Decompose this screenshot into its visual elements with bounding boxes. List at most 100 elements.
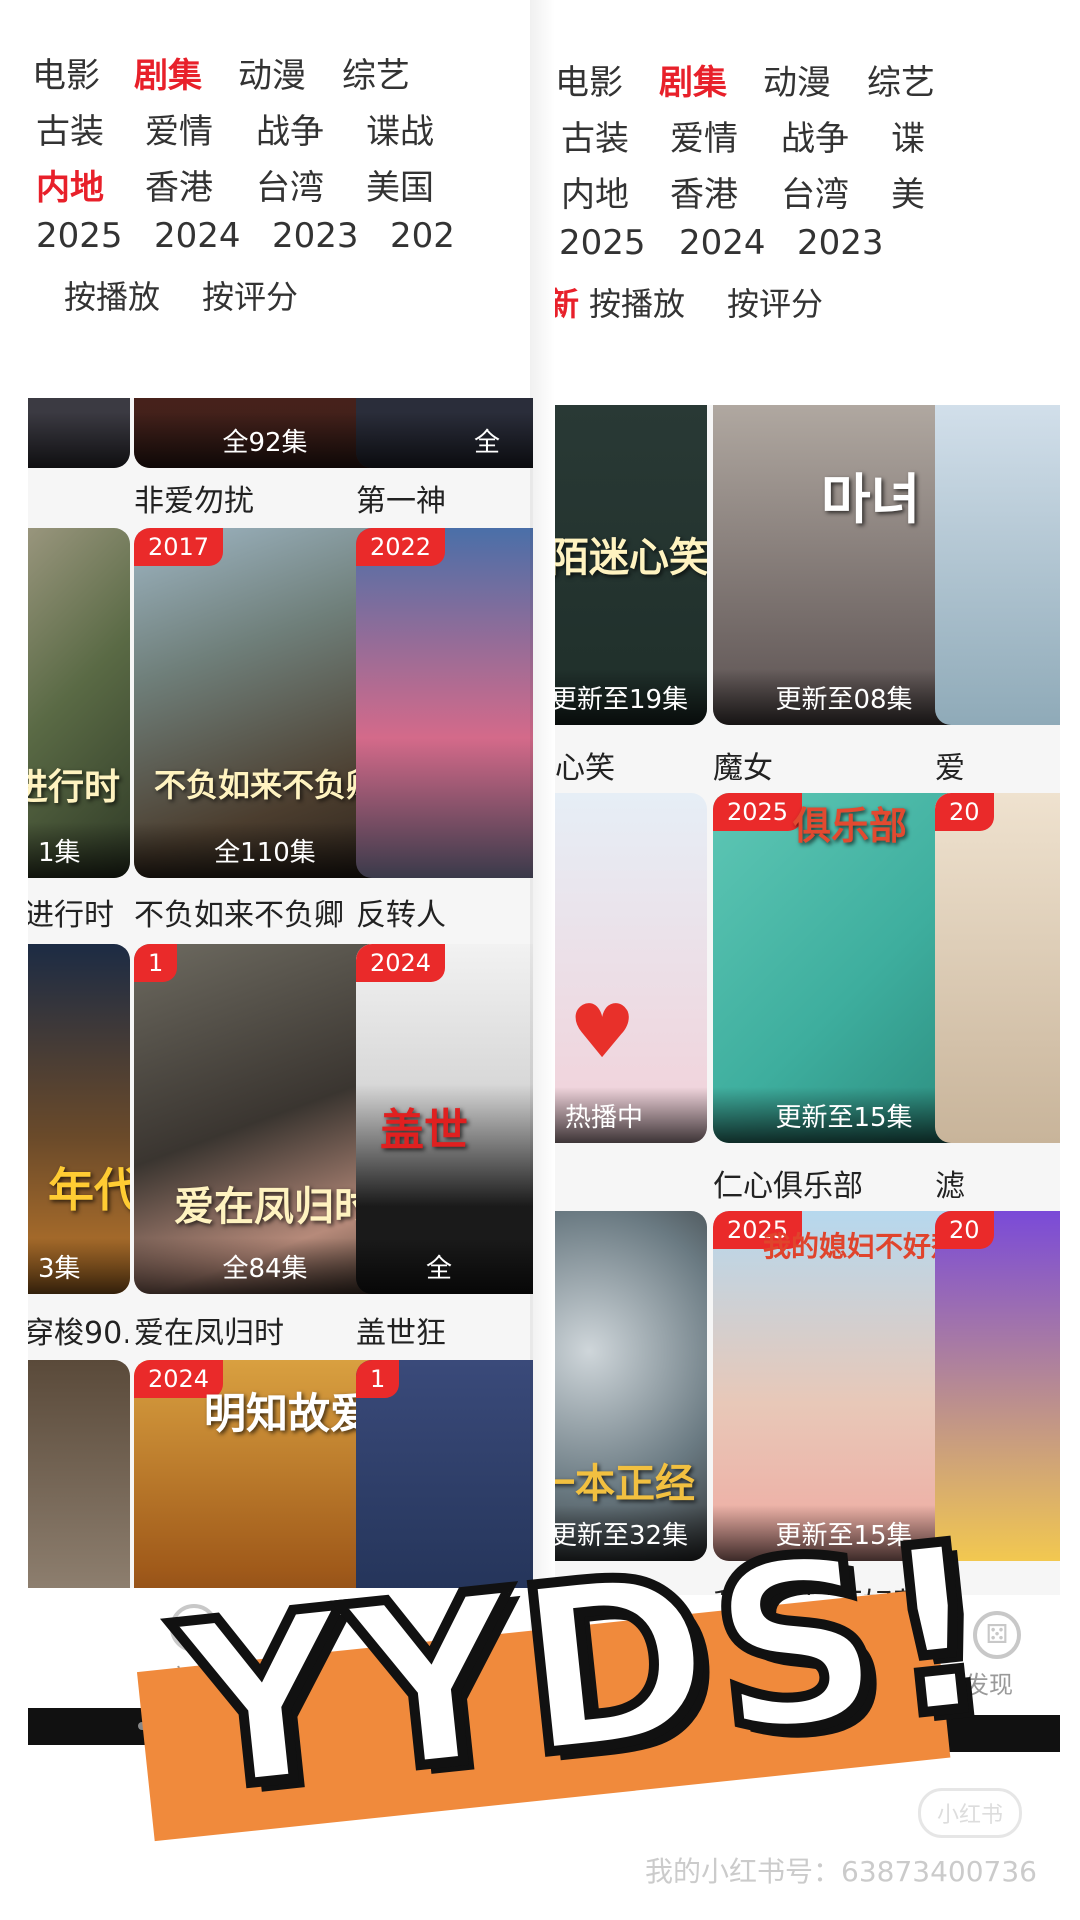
- year-badge: 1: [134, 944, 178, 982]
- poster-card[interactable]: ♥ 热播中: [555, 793, 707, 1143]
- genre-romance[interactable]: 爱情: [145, 104, 213, 153]
- right-screenshot: 电影 剧集 动漫 综艺 古装 爱情 战争 谍 内地 香港 台湾 美 2025 2…: [555, 7, 1060, 1752]
- year-filters: 2025 2024 2023: [555, 223, 1060, 273]
- year-filters: 2025 2024 2023 202: [28, 216, 533, 266]
- poster-card[interactable]: 2024 盖世 全: [356, 944, 533, 1294]
- poster-card[interactable]: [28, 1360, 130, 1588]
- poster-title-art: 盖世: [380, 1105, 468, 1156]
- left-screenshot: 电影 剧集 动漫 综艺 古装 爱情 战争 谍战 内地 香港 台湾 美国 2025…: [28, 0, 533, 1745]
- sort-options: 按播放 按评分: [28, 272, 533, 322]
- episode-count: 更新至19集: [555, 669, 707, 725]
- episode-count: 3集: [28, 1238, 130, 1294]
- poster-card[interactable]: 9集: [28, 398, 130, 468]
- episode-count: 9集: [28, 412, 130, 468]
- genre-spy[interactable]: 谍战: [366, 104, 434, 153]
- tab-variety[interactable]: 综艺: [867, 55, 935, 104]
- drama-title[interactable]: 滤: [935, 1161, 975, 1205]
- drama-title[interactable]: 爱: [935, 743, 975, 787]
- poster-card[interactable]: 年代 3集: [28, 944, 130, 1294]
- tab-movies[interactable]: 电影: [555, 55, 623, 104]
- region-taiwan[interactable]: 台湾: [781, 167, 849, 216]
- year-2025[interactable]: 2025: [36, 216, 123, 256]
- genre-filters: 古装 爱情 战争 谍战: [28, 104, 533, 154]
- drama-title[interactable]: 不负如来不负卿: [134, 890, 354, 934]
- year-2022[interactable]: 202: [390, 216, 455, 256]
- year-badge: 2024: [356, 944, 446, 982]
- poster-title-art: 마녀: [821, 467, 921, 531]
- region-filters: 内地 香港 台湾 美: [555, 167, 1060, 217]
- sort-by-plays[interactable]: 按播放: [64, 272, 160, 318]
- drama-title[interactable]: 第一神: [356, 476, 456, 520]
- poster-title-art: 不负如来不负卿: [154, 766, 379, 804]
- tab-movies[interactable]: 电影: [32, 48, 100, 97]
- poster-card[interactable]: 一本正经 更新至32集: [555, 1211, 707, 1561]
- poster-title-art: 明知故爱: [204, 1389, 373, 1438]
- year-badge: 1: [356, 1360, 400, 1398]
- region-mainland[interactable]: 内地: [561, 167, 629, 216]
- episode-count: 全: [356, 412, 533, 468]
- category-tabs: 电影 剧集 动漫 综艺: [555, 55, 1060, 105]
- sort-by-rating[interactable]: 按评分: [727, 279, 823, 325]
- tab-series[interactable]: 剧集: [659, 55, 727, 104]
- episode-count: 全: [356, 1238, 533, 1294]
- region-hongkong[interactable]: 香港: [145, 160, 213, 209]
- drama-title[interactable]: 进行时: [28, 890, 124, 934]
- year-2023[interactable]: 2023: [272, 216, 359, 256]
- drama-title[interactable]: 盖世狂: [356, 1308, 456, 1352]
- poster-card[interactable]: 20: [935, 793, 1060, 1143]
- poster-title-art: 陌迷心笑: [555, 534, 707, 581]
- tab-anime[interactable]: 动漫: [763, 55, 831, 104]
- genre-filters: 古装 爱情 战争 谍: [555, 111, 1060, 161]
- category-tabs: 电影 剧集 动漫 综艺: [28, 48, 533, 98]
- poster-card[interactable]: 陌迷心笑 更新至19集: [555, 405, 707, 725]
- poster-card[interactable]: 全: [356, 398, 533, 468]
- drama-title[interactable]: 仁心俱乐部: [713, 1161, 933, 1205]
- poster-title-art: 婚 进行时: [28, 766, 120, 808]
- panel-divider: [530, 0, 555, 1745]
- genre-costume[interactable]: 古装: [36, 104, 104, 153]
- poster-card[interactable]: 婚 进行时 1集: [28, 528, 130, 878]
- tab-anime[interactable]: 动漫: [238, 48, 306, 97]
- sort-by-plays[interactable]: 按播放: [589, 279, 685, 325]
- sort-by-newest[interactable]: 新: [555, 279, 579, 325]
- region-filters: 内地 香港 台湾 美国: [28, 160, 533, 210]
- drama-title[interactable]: 爱在凤归时: [134, 1308, 354, 1352]
- heart-icon: ♥: [569, 989, 636, 1075]
- xiaohongshu-logo: 小红书: [918, 1788, 1023, 1838]
- drama-title[interactable]: 魔女: [713, 743, 933, 787]
- year-2024[interactable]: 2024: [679, 223, 766, 263]
- status-label: 热播中: [555, 1087, 707, 1143]
- region-mainland[interactable]: 内地: [36, 160, 104, 209]
- poster-card[interactable]: 2022: [356, 528, 533, 878]
- poster-title-art: 年代: [48, 1163, 130, 1217]
- poster-title-art: 俱乐部: [793, 803, 908, 848]
- sort-by-rating[interactable]: 按评分: [202, 272, 298, 318]
- genre-spy[interactable]: 谍: [891, 111, 925, 160]
- region-us[interactable]: 美国: [366, 160, 434, 209]
- year-2025[interactable]: 2025: [559, 223, 646, 263]
- poster-title-art: 一本正经: [555, 1460, 695, 1507]
- genre-war[interactable]: 战争: [781, 111, 849, 160]
- drama-title[interactable]: 非爱勿扰: [134, 476, 354, 520]
- poster-title-art: 爱在凤归时: [174, 1183, 374, 1230]
- region-us[interactable]: 美: [891, 167, 925, 216]
- drama-title[interactable]: 心笑: [555, 743, 675, 787]
- drama-title[interactable]: 反转人: [356, 890, 456, 934]
- region-hongkong[interactable]: 香港: [670, 167, 738, 216]
- sort-options: 新 按播放 按评分: [555, 279, 1060, 329]
- genre-war[interactable]: 战争: [256, 104, 324, 153]
- year-2024[interactable]: 2024: [154, 216, 241, 256]
- tab-variety[interactable]: 综艺: [342, 48, 410, 97]
- region-taiwan[interactable]: 台湾: [256, 160, 324, 209]
- year-badge: 2017: [134, 528, 224, 566]
- year-2023[interactable]: 2023: [797, 223, 884, 263]
- year-badge: 2022: [356, 528, 446, 566]
- genre-costume[interactable]: 古装: [561, 111, 629, 160]
- poster-card[interactable]: [935, 405, 1060, 725]
- genre-romance[interactable]: 爱情: [670, 111, 738, 160]
- poster-grid: 9集 全92集 全 非爱勿扰 第一神 婚 进行时 1集 2017 不负如来不负卿…: [28, 398, 533, 1588]
- tab-series[interactable]: 剧集: [134, 48, 202, 97]
- drama-title[interactable]: 穿梭90…: [28, 1308, 128, 1352]
- watermark-text: 我的小红书号：63873400736: [645, 1855, 1037, 1888]
- year-badge: 20: [935, 1211, 994, 1249]
